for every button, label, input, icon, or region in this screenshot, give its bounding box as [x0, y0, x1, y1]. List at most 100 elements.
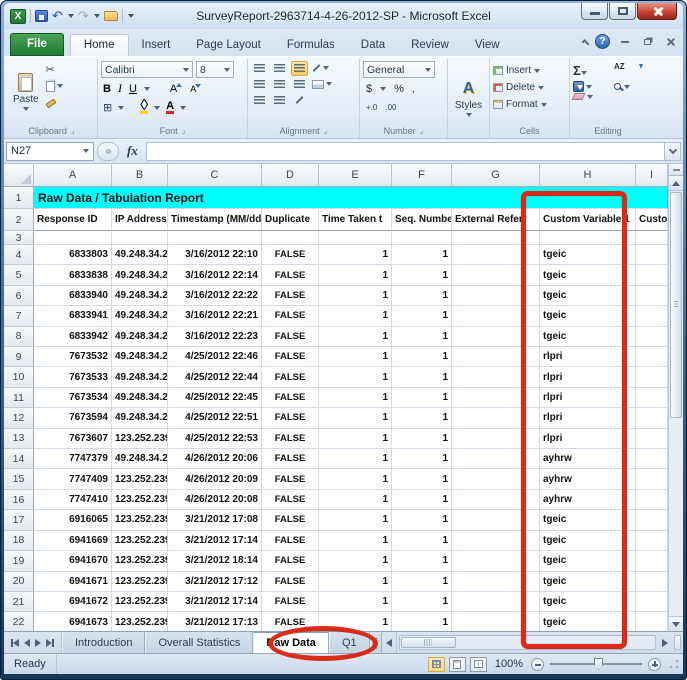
- sort-filter-button[interactable]: AZ: [614, 62, 643, 80]
- undo-dropdown-icon[interactable]: [68, 14, 74, 18]
- cell-custom-variable-2[interactable]: [636, 367, 668, 387]
- cell-external-referrer[interactable]: [452, 592, 540, 612]
- cell-time-taken[interactable]: 1: [319, 408, 392, 428]
- cell-ip-address[interactable]: 49.248.34.202: [112, 449, 168, 469]
- workbook-close-icon[interactable]: [662, 35, 679, 49]
- row-number[interactable]: 12: [4, 408, 34, 428]
- cell-external-referrer[interactable]: [452, 510, 540, 530]
- column-header-a[interactable]: A: [34, 164, 112, 187]
- cell-timestamp[interactable]: 3/16/2012 22:22: [168, 286, 262, 306]
- tab-file[interactable]: File: [10, 33, 64, 56]
- autosum-button[interactable]: Σ: [573, 62, 606, 80]
- cell-ip-address[interactable]: 123.252.239.3: [112, 612, 168, 631]
- expand-formula-bar-button[interactable]: [664, 142, 681, 161]
- cell-seq-number[interactable]: 1: [392, 327, 452, 347]
- cell-response-id[interactable]: 6941672: [34, 592, 112, 612]
- cell-time-taken[interactable]: 1: [319, 245, 392, 265]
- row-number[interactable]: 22: [4, 612, 34, 631]
- minimize-button[interactable]: [581, 3, 608, 20]
- cell-response-id[interactable]: 6833838: [34, 265, 112, 285]
- header-time-taken[interactable]: Time Taken t: [319, 209, 392, 231]
- cell-seq-number[interactable]: 1: [392, 408, 452, 428]
- cell-time-taken[interactable]: 1: [319, 429, 392, 449]
- cell-custom-variable-1[interactable]: tgeic: [540, 531, 636, 551]
- cell-response-id[interactable]: 6941673: [34, 612, 112, 631]
- cell-custom-variable-1[interactable]: rlpri: [540, 367, 636, 387]
- cell-seq-number[interactable]: 1: [392, 612, 452, 631]
- workbook-restore-icon[interactable]: [639, 35, 656, 49]
- fx-icon[interactable]: fx: [119, 143, 146, 159]
- column-header-e[interactable]: E: [319, 164, 392, 187]
- cell-response-id[interactable]: 6916065: [34, 510, 112, 530]
- font-color-button[interactable]: A: [166, 101, 174, 114]
- cell-custom-variable-2[interactable]: [636, 327, 668, 347]
- row-number[interactable]: 7: [4, 306, 34, 326]
- cell-custom-variable-2[interactable]: [636, 449, 668, 469]
- row-number[interactable]: 17: [4, 510, 34, 530]
- cell-duplicate[interactable]: FALSE: [262, 306, 319, 326]
- maximize-button[interactable]: [609, 3, 636, 20]
- row-number[interactable]: 18: [4, 531, 34, 551]
- cell-seq-number[interactable]: 1: [392, 429, 452, 449]
- currency-button[interactable]: $: [366, 83, 372, 95]
- underline-button[interactable]: U: [129, 83, 137, 95]
- cell-response-id[interactable]: 6833941: [34, 306, 112, 326]
- cell-external-referrer[interactable]: [452, 612, 540, 631]
- cell-ip-address[interactable]: 49.248.34.202: [112, 327, 168, 347]
- minimize-ribbon-icon[interactable]: [582, 39, 590, 47]
- split-handle[interactable]: [669, 164, 683, 176]
- cell-time-taken[interactable]: 1: [319, 347, 392, 367]
- cell-duplicate[interactable]: FALSE: [262, 245, 319, 265]
- cell-duplicate[interactable]: FALSE: [262, 408, 319, 428]
- cell-seq-number[interactable]: 1: [392, 388, 452, 408]
- format-painter-button[interactable]: [46, 96, 63, 110]
- header-custom-variable-2[interactable]: Custom V: [636, 209, 668, 231]
- cell-time-taken[interactable]: 1: [319, 592, 392, 612]
- select-all-corner[interactable]: [4, 164, 34, 187]
- cell-custom-variable-1[interactable]: tgeic: [540, 592, 636, 612]
- cell-response-id[interactable]: 6833803: [34, 245, 112, 265]
- cell-ip-address[interactable]: 123.252.239.3: [112, 469, 168, 489]
- cell-external-referrer[interactable]: [452, 306, 540, 326]
- cell-custom-variable-1[interactable]: tgeic: [540, 572, 636, 592]
- clear-button[interactable]: [573, 93, 606, 100]
- cell-custom-variable-2[interactable]: [636, 531, 668, 551]
- cell-response-id[interactable]: 7673533: [34, 367, 112, 387]
- cell-custom-variable-1[interactable]: rlpri: [540, 429, 636, 449]
- cell-ip-address[interactable]: 49.248.34.202: [112, 265, 168, 285]
- cell-timestamp[interactable]: 4/25/2012 22:51: [168, 408, 262, 428]
- tab-formulas[interactable]: Formulas: [274, 35, 348, 56]
- report-title-cell[interactable]: Raw Data / Tabulation Report: [34, 187, 668, 209]
- zoom-slider-track[interactable]: [550, 663, 642, 665]
- column-header-f[interactable]: F: [392, 164, 452, 187]
- zoom-in-button[interactable]: [648, 658, 661, 671]
- cell-ip-address[interactable]: 123.252.239.3: [112, 592, 168, 612]
- name-box-dropdown-icon[interactable]: [83, 149, 89, 153]
- header-duplicate[interactable]: Duplicate: [262, 209, 319, 231]
- cell-time-taken[interactable]: 1: [319, 327, 392, 347]
- cell-time-taken[interactable]: 1: [319, 469, 392, 489]
- header-external-referrer[interactable]: External Referr: [452, 209, 540, 231]
- tab-page-layout[interactable]: Page Layout: [183, 35, 274, 56]
- last-sheet-icon[interactable]: [46, 639, 54, 647]
- cell-external-referrer[interactable]: [452, 388, 540, 408]
- cell-duplicate[interactable]: FALSE: [262, 347, 319, 367]
- cell-ip-address[interactable]: 123.252.239.3: [112, 572, 168, 592]
- cell-response-id[interactable]: 7747379: [34, 449, 112, 469]
- cell-duplicate[interactable]: FALSE: [262, 490, 319, 510]
- cell-custom-variable-1[interactable]: ayhrw: [540, 490, 636, 510]
- cell-duplicate[interactable]: FALSE: [262, 286, 319, 306]
- cell-response-id[interactable]: 7747409: [34, 469, 112, 489]
- cell-external-referrer[interactable]: [452, 531, 540, 551]
- vertical-scroll-thumb[interactable]: [670, 192, 682, 418]
- cell-time-taken[interactable]: 1: [319, 490, 392, 510]
- cell-custom-variable-1[interactable]: tgeic: [540, 327, 636, 347]
- cell-custom-variable-2[interactable]: [636, 306, 668, 326]
- italic-button[interactable]: I: [118, 81, 122, 96]
- cell-ip-address[interactable]: 123.252.239.3: [112, 490, 168, 510]
- cell-response-id[interactable]: 7673607: [34, 429, 112, 449]
- column-header-g[interactable]: G: [452, 164, 540, 187]
- cell-custom-variable-2[interactable]: [636, 490, 668, 510]
- cell-response-id[interactable]: 7673594: [34, 408, 112, 428]
- bottom-align-button[interactable]: [291, 61, 308, 76]
